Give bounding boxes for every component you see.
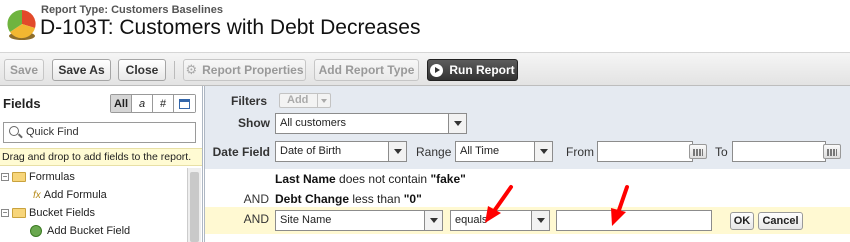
show-select[interactable]: All customers: [275, 113, 467, 134]
report-properties-button[interactable]: ⚙ Report Properties: [183, 59, 306, 81]
show-select-value: All customers: [280, 117, 347, 129]
toolbar-divider: [174, 61, 175, 79]
drag-drop-hint: Drag and drop to add fields to the repor…: [0, 148, 202, 166]
collapse-icon[interactable]: −: [1, 209, 9, 217]
folder-icon: [12, 208, 26, 218]
collapse-icon[interactable]: −: [1, 173, 9, 181]
gear-icon: ⚙: [185, 62, 198, 77]
report-type-label: Report Type: Customers Baselines: [41, 4, 223, 16]
to-date-input[interactable]: [732, 141, 826, 162]
scrollbar-thumb[interactable]: [190, 172, 199, 242]
report-toolbar: Save Save As Close ⚙ Report Properties A…: [0, 52, 850, 86]
criterion-operator: does not contain: [335, 172, 431, 186]
formula-icon: fx: [33, 189, 41, 201]
range-value: All Time: [460, 145, 500, 157]
save-as-button[interactable]: Save As: [52, 59, 111, 81]
tree-item-label: Formulas: [29, 171, 75, 183]
chevron-down-icon: [534, 142, 552, 161]
filters-label: Filters: [230, 94, 267, 108]
from-calendar-icon[interactable]: [689, 144, 707, 159]
report-header: Report Type: Customers Baselines D-103T:…: [0, 0, 850, 50]
tree-item-add-bucket-field[interactable]: Add Bucket Field: [0, 222, 186, 240]
chevron-down-icon: [448, 114, 466, 133]
add-report-type-button[interactable]: Add Report Type: [314, 59, 419, 81]
filter-edit-row: AND Site Name equals OK Cancel: [205, 207, 850, 234]
tree-item-formulas[interactable]: − Formulas: [0, 168, 186, 186]
criterion-field: Last Name: [275, 172, 336, 186]
quick-find-input[interactable]: Quick Find: [3, 122, 196, 143]
chevron-down-icon: [531, 211, 549, 230]
search-icon: [9, 126, 19, 136]
filter-criterion[interactable]: Last Name does not contain "fake": [275, 172, 466, 186]
fields-pane: Fields All a # Quick Find Drag and drop …: [0, 86, 203, 242]
filter-number-button[interactable]: #: [153, 95, 174, 112]
filter-criterion[interactable]: Debt Change less than "0": [275, 192, 422, 206]
play-icon: [430, 63, 444, 77]
add-filter-label: Add: [287, 94, 309, 106]
filter-date-button[interactable]: [174, 95, 195, 112]
tree-item-add-formula[interactable]: fx Add Formula: [0, 186, 186, 204]
filter-text-button[interactable]: a: [132, 95, 153, 112]
range-label: Range: [416, 145, 452, 159]
field-type-filter: All a #: [110, 94, 196, 113]
date-field-label: Date Field: [212, 145, 270, 159]
filter-field-select[interactable]: Site Name: [275, 210, 443, 231]
report-properties-label: Report Properties: [202, 63, 304, 77]
criterion-value: "0": [403, 192, 422, 206]
tree-item-label: Bucket Fields: [29, 207, 96, 219]
criterion-operator: less than: [349, 192, 404, 206]
quick-find-placeholder: Quick Find: [26, 126, 79, 138]
tree-item-bucket-fields[interactable]: − Bucket Fields: [0, 204, 186, 222]
criterion-prefix: AND: [243, 192, 269, 206]
date-field-value: Date of Birth: [280, 145, 342, 157]
ok-button[interactable]: OK: [730, 212, 754, 230]
save-button[interactable]: Save: [4, 59, 44, 81]
annotation-arrow-icon: [611, 185, 629, 226]
chevron-down-icon: [388, 142, 406, 161]
criterion-field: Debt Change: [275, 192, 350, 206]
show-label: Show: [238, 116, 270, 130]
add-filter-button[interactable]: Add: [279, 93, 331, 108]
tree-item-label: Add Bucket Field: [47, 225, 131, 237]
bucket-icon: [30, 225, 42, 237]
filters-pane: Filters Add Show All customers Date Fiel…: [204, 86, 850, 242]
fields-scrollbar[interactable]: [187, 168, 201, 242]
annotation-arrow-icon: [485, 185, 513, 223]
field-tree: − Formulas fx Add Formula − Bucket Field…: [0, 168, 186, 240]
filter-all-button[interactable]: All: [111, 95, 132, 112]
run-report-label: Run Report: [449, 63, 515, 77]
criterion-value: "fake": [430, 172, 466, 186]
from-date-input[interactable]: [597, 141, 693, 162]
report-logo-icon: [7, 9, 36, 40]
criterion-prefix: AND: [243, 212, 269, 226]
to-label: To: [715, 145, 728, 159]
cancel-button[interactable]: Cancel: [758, 212, 803, 230]
range-select[interactable]: All Time: [455, 141, 553, 162]
fields-title: Fields: [3, 96, 41, 111]
chevron-down-icon: [317, 94, 330, 107]
folder-icon: [12, 172, 26, 182]
date-field-select[interactable]: Date of Birth: [275, 141, 407, 162]
report-title: D-103T: Customers with Debt Decreases: [40, 16, 421, 39]
calendar-icon: [179, 99, 190, 109]
tree-item-label: Add Formula: [43, 189, 107, 201]
to-calendar-icon[interactable]: [823, 144, 841, 159]
chevron-down-icon: [424, 211, 442, 230]
run-report-button[interactable]: Run Report: [427, 59, 518, 81]
from-label: From: [566, 145, 594, 159]
filter-field-value: Site Name: [280, 214, 332, 226]
close-button[interactable]: Close: [118, 59, 166, 81]
